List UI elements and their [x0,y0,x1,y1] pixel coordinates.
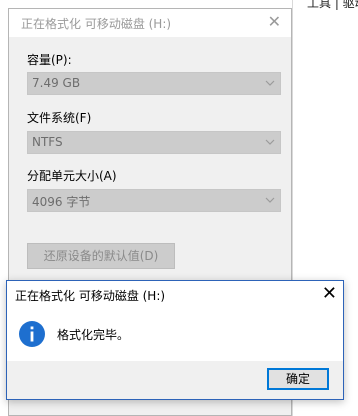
format-dialog-titlebar: 正在格式化 可移动磁盘 (H:) ✕ [9,9,291,37]
chevron-down-icon [265,197,275,203]
capacity-label: 容量(P): [27,53,72,67]
filesystem-select[interactable]: NTFS [27,131,281,154]
restore-defaults-button[interactable]: 还原设备的默认值(D) [27,243,175,269]
message-box-body: 格式化完毕。 [7,311,343,361]
filesystem-value: NTFS [32,135,63,149]
chevron-down-icon [265,80,275,86]
allocation-select[interactable]: 4096 字节 [27,189,281,212]
format-dialog-title: 正在格式化 可移动磁盘 (H:) [21,17,172,31]
capacity-select[interactable]: 7.49 GB [27,72,281,95]
ok-button[interactable]: 确定 [267,368,329,390]
filesystem-label: 文件系统(F) [27,111,92,125]
info-icon [19,321,45,347]
chevron-down-icon [265,139,275,145]
background-window-menu: 工具 | 驱动 [307,0,358,10]
allocation-value: 4096 字节 [32,195,91,209]
message-box-footer: 确定 [7,361,343,399]
message-text: 格式化完毕。 [57,328,130,342]
message-box: 正在格式化 可移动磁盘 (H:) ✕ 格式化完毕。 确定 [6,280,344,400]
message-box-title: 正在格式化 可移动磁盘 (H:) [15,289,166,303]
capacity-value: 7.49 GB [32,76,81,90]
message-box-close-button[interactable]: ✕ [322,283,337,304]
allocation-label: 分配单元大小(A) [27,169,117,183]
format-dialog-close-button[interactable]: ✕ [268,12,281,31]
